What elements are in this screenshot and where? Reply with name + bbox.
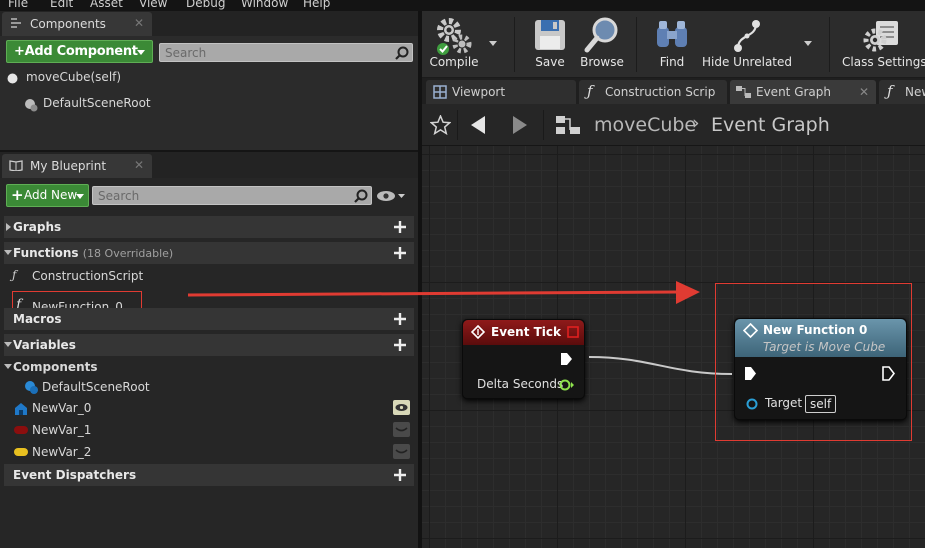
annotation-overlay [187,281,912,441]
annotation-arrow-line [187,290,677,297]
annotation-highlight-box [715,283,912,441]
exec-wire [588,356,733,375]
annotation-arrow-head [676,281,700,304]
